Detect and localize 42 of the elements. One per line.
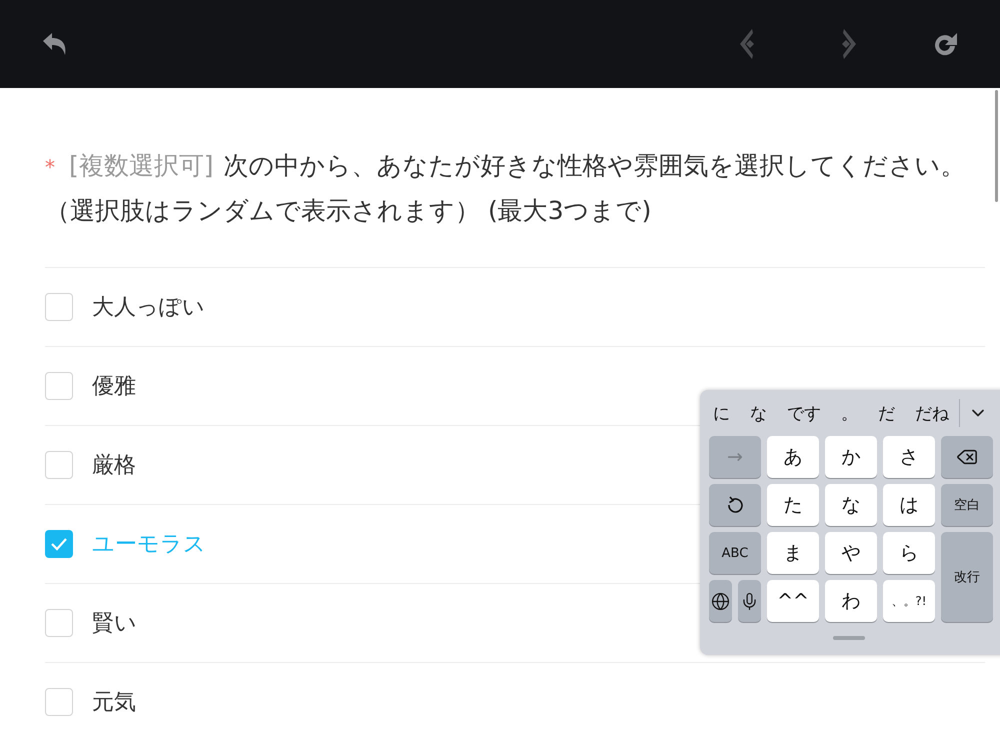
kana-key[interactable]: ^^ <box>767 580 819 622</box>
undo-key[interactable] <box>709 484 761 526</box>
suggestion[interactable]: な <box>746 402 773 424</box>
microphone-key[interactable] <box>738 580 761 622</box>
kana-key[interactable]: ら <box>883 532 935 574</box>
option-label[interactable]: 厳格 <box>92 450 136 480</box>
kana-key[interactable]: な <box>825 484 877 526</box>
option-label[interactable]: 優雅 <box>92 371 136 401</box>
kana-key[interactable]: ま <box>767 532 819 574</box>
option-label[interactable]: 賢い <box>92 608 137 638</box>
function-key[interactable]: ABC <box>709 532 761 574</box>
function-key[interactable]: 空白 <box>941 484 993 526</box>
undo-icon <box>725 495 745 515</box>
checkbox[interactable] <box>45 372 73 400</box>
option-label[interactable]: 元気 <box>92 687 136 717</box>
checkbox[interactable] <box>45 530 73 558</box>
kana-key[interactable]: わ <box>825 580 877 622</box>
kana-key[interactable]: は <box>883 484 935 526</box>
checkbox[interactable] <box>45 451 73 479</box>
suggestion[interactable]: に <box>709 402 736 424</box>
suggestion[interactable]: です <box>783 402 827 424</box>
kana-key[interactable]: た <box>767 484 819 526</box>
globe-key[interactable] <box>709 580 732 622</box>
question-text: * [複数選択可] 次の中から、あなたが好きな性格や雰囲気を選択してください。（選択肢はランダムで表示されます） (最大3つまで) <box>45 150 967 227</box>
checkbox[interactable] <box>45 609 73 637</box>
checkbox[interactable] <box>45 293 73 321</box>
backspace-key[interactable] <box>941 436 993 478</box>
checkbox[interactable] <box>45 688 73 716</box>
check-icon <box>50 537 68 551</box>
suggestion[interactable]: だ <box>874 402 901 424</box>
suggestion[interactable]: だね <box>911 402 955 424</box>
return-key[interactable]: 改行 <box>941 532 993 622</box>
globe-icon <box>711 592 730 610</box>
scrollbar[interactable] <box>995 90 998 202</box>
kana-key[interactable]: や <box>825 532 877 574</box>
kana-key[interactable]: 、。?! <box>883 580 935 622</box>
kana-key[interactable]: か <box>825 436 877 478</box>
suggestion[interactable]: 。 <box>837 402 864 424</box>
option-label[interactable]: 大人っぽい <box>92 292 205 322</box>
keyboard-handle[interactable] <box>833 636 865 640</box>
kana-key[interactable]: さ <box>883 436 935 478</box>
kana-key[interactable]: あ <box>767 436 819 478</box>
